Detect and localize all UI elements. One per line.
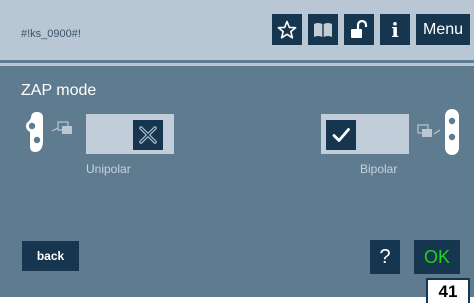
help-button[interactable]: ? bbox=[370, 240, 400, 274]
info-icon: i bbox=[391, 17, 399, 42]
header-bar: #!ks_0900#! i Menu bbox=[0, 0, 474, 60]
device-screen: #!ks_0900#! i Menu ZAP mode Unipolar Bip… bbox=[0, 0, 474, 297]
lock-button[interactable] bbox=[344, 14, 374, 45]
manual-button[interactable] bbox=[308, 14, 338, 45]
bipolar-label: Bipolar bbox=[360, 162, 398, 176]
bipolar-electrode-icon bbox=[417, 109, 459, 155]
unipolar-label: Unipolar bbox=[86, 162, 131, 176]
checkmark-icon bbox=[332, 128, 350, 142]
ok-button[interactable]: OK bbox=[414, 240, 460, 274]
unipolar-electrode-icon bbox=[26, 112, 72, 152]
unipolar-checkbox[interactable] bbox=[133, 120, 163, 150]
screen-code: #!ks_0900#! bbox=[21, 28, 81, 40]
menu-button[interactable]: Menu bbox=[416, 14, 470, 45]
info-button[interactable]: i bbox=[380, 14, 410, 45]
back-button[interactable]: back bbox=[22, 241, 79, 271]
page-title: ZAP mode bbox=[21, 82, 97, 99]
header-divider bbox=[0, 63, 474, 66]
unlock-icon bbox=[351, 19, 368, 38]
book-icon bbox=[314, 22, 332, 37]
page-number-tag: 41 bbox=[426, 278, 470, 303]
unselected-x-icon bbox=[139, 126, 157, 144]
bipolar-checkbox[interactable] bbox=[326, 120, 356, 150]
star-icon bbox=[277, 20, 297, 39]
favorite-button[interactable] bbox=[272, 14, 302, 45]
